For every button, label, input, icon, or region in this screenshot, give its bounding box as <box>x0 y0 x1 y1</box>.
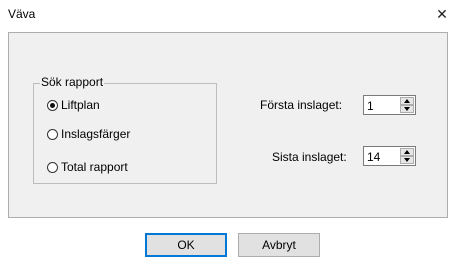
radio-inslagsfarger[interactable]: Inslagsfärger <box>47 126 130 142</box>
window-title: Väva <box>8 7 36 21</box>
close-icon[interactable]: ✕ <box>428 0 456 28</box>
spin-up-button[interactable] <box>400 148 414 156</box>
last-pick-value[interactable]: 14 <box>367 150 380 164</box>
spin-up-button[interactable] <box>400 97 414 105</box>
radio-indicator[interactable] <box>47 128 58 140</box>
groupbox-legend: Sök rapport <box>40 75 105 89</box>
radio-total-rapport[interactable]: Total rapport <box>47 159 128 175</box>
radio-label[interactable]: Liftplan <box>61 98 100 112</box>
radio-label[interactable]: Inslagsfärger <box>61 127 130 141</box>
radio-indicator[interactable] <box>47 99 58 111</box>
arrow-down-icon <box>404 158 410 162</box>
title-bar: Väva ✕ <box>0 0 456 28</box>
cancel-button[interactable]: Avbryt <box>238 233 320 257</box>
radio-label[interactable]: Total rapport <box>61 160 128 174</box>
arrow-up-icon <box>404 99 410 103</box>
radio-indicator[interactable] <box>47 161 58 173</box>
first-pick-label: Första inslaget: <box>260 98 343 112</box>
radio-liftplan[interactable]: Liftplan <box>47 97 100 113</box>
spin-down-button[interactable] <box>400 156 414 164</box>
arrow-up-icon <box>404 150 410 154</box>
ok-button[interactable]: OK <box>145 233 227 257</box>
last-pick-spinner[interactable]: 14 <box>363 146 416 166</box>
first-pick-value[interactable]: 1 <box>367 99 374 113</box>
spin-down-button[interactable] <box>400 105 414 113</box>
last-pick-label: Sista inslaget: <box>272 150 347 164</box>
arrow-down-icon <box>404 107 410 111</box>
first-pick-spinner[interactable]: 1 <box>363 95 416 115</box>
